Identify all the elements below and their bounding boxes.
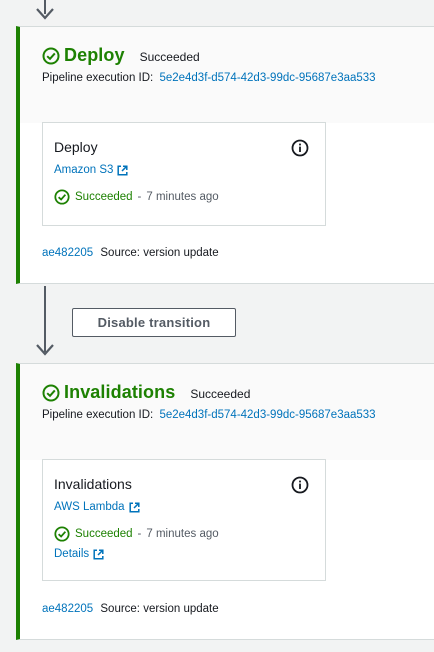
- action-status-row: Succeeded - 7 minutes ago: [54, 189, 325, 205]
- action-status: Succeeded: [75, 191, 133, 203]
- source-message: Source: version update: [100, 603, 219, 615]
- execution-id-link[interactable]: 5e2e4d3f-d574-42d3-99dc-95687e3aa533: [159, 72, 375, 84]
- stage-status: Succeeded: [139, 50, 200, 64]
- check-circle-icon: [54, 189, 70, 205]
- action-title: Deploy: [54, 139, 98, 155]
- action-title: Invalidations: [54, 476, 132, 492]
- execution-id-row: Pipeline execution ID: 5e2e4d3f-d574-42d…: [42, 72, 434, 84]
- check-circle-icon: [42, 384, 60, 401]
- execution-id-link[interactable]: 5e2e4d3f-d574-42d3-99dc-95687e3aa533: [159, 409, 375, 421]
- external-link-icon: [117, 164, 129, 176]
- disable-transition-button[interactable]: Disable transition: [72, 308, 236, 337]
- external-link-icon: [128, 501, 140, 513]
- provider-label: Amazon S3: [54, 164, 114, 176]
- info-icon[interactable]: [291, 476, 309, 494]
- external-link-icon: [93, 548, 104, 560]
- stage-status: Succeeded: [190, 387, 251, 401]
- stage-invalidations: Invalidations Succeeded Pipeline executi…: [16, 363, 434, 640]
- stage-title: Deploy: [64, 45, 125, 65]
- info-icon[interactable]: [291, 139, 309, 157]
- arrow-down-icon: [36, 344, 54, 356]
- action-provider-link[interactable]: AWS Lambda: [54, 501, 325, 513]
- execution-id-label: Pipeline execution ID:: [42, 409, 154, 421]
- details-link[interactable]: Details: [54, 548, 325, 560]
- action-time: 7 minutes ago: [146, 528, 219, 540]
- action-status-row: Succeeded - 7 minutes ago: [54, 526, 325, 542]
- stage-header: Deploy Succeeded Pipeline execution ID: …: [20, 27, 434, 123]
- action-provider-link[interactable]: Amazon S3: [54, 164, 325, 176]
- check-circle-icon: [54, 526, 70, 542]
- action-status: Succeeded: [75, 528, 133, 540]
- status-separator: -: [137, 191, 142, 203]
- source-row: ae482205 Source: version update: [42, 603, 219, 615]
- arrow-down-icon: [36, 8, 54, 20]
- execution-id-label: Pipeline execution ID:: [42, 72, 154, 84]
- action-card-invalidations: Invalidations AWS Lambda Succeeded - 7 m…: [42, 459, 326, 581]
- provider-label: AWS Lambda: [54, 501, 125, 513]
- stage-header: Invalidations Succeeded Pipeline executi…: [20, 364, 434, 460]
- stage-title: Invalidations: [64, 382, 176, 402]
- details-label: Details: [54, 548, 90, 560]
- execution-id-row: Pipeline execution ID: 5e2e4d3f-d574-42d…: [42, 409, 434, 421]
- action-card-deploy: Deploy Amazon S3 Succeeded - 7 minutes a…: [42, 122, 326, 226]
- source-message: Source: version update: [100, 247, 219, 259]
- commit-link[interactable]: ae482205: [42, 247, 93, 259]
- stage-deploy: Deploy Succeeded Pipeline execution ID: …: [16, 26, 434, 284]
- source-row: ae482205 Source: version update: [42, 247, 219, 259]
- transition-arrow-line: [44, 286, 46, 352]
- action-time: 7 minutes ago: [146, 191, 219, 203]
- commit-link[interactable]: ae482205: [42, 603, 93, 615]
- status-separator: -: [137, 528, 142, 540]
- check-circle-icon: [42, 47, 60, 64]
